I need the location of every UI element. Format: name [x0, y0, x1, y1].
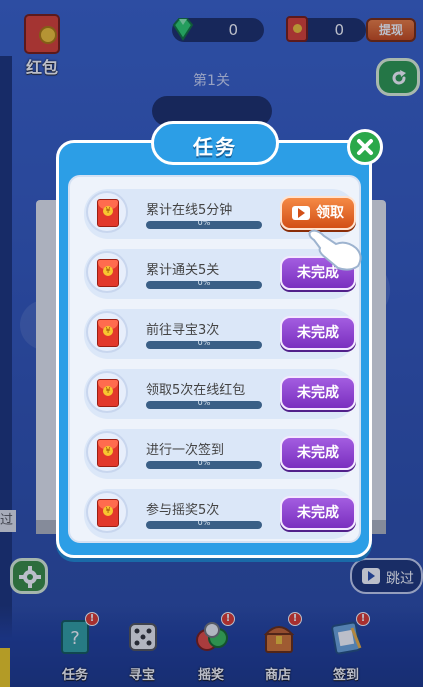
red-envelope-icon [86, 191, 128, 233]
task-row: 进行一次签到 0% 未完成 [84, 429, 356, 479]
task-progress-bar: 0% [146, 341, 262, 349]
task-name: 累计在线5分钟 [146, 203, 233, 218]
red-envelope-icon [86, 431, 128, 473]
task-name: 进行一次签到 [146, 443, 225, 458]
task-progress-text: 0% [197, 461, 211, 467]
task-progress-text: 0% [197, 341, 211, 347]
task-name: 领取5次在线红包 [146, 383, 246, 398]
modal-title-tab: 任务 [151, 121, 279, 165]
red-envelope-icon [86, 491, 128, 533]
task-name: 累计通关5关 [146, 263, 220, 278]
task-progress-text: 0% [197, 221, 211, 227]
modal-title: 任务 [193, 135, 237, 159]
task-modal: 任务 累计在线5分钟0%领取累计通关5关0%未完成前往寻宝3次0%未完成领取5次… [56, 121, 383, 558]
incomplete-button[interactable]: 未完成 [280, 316, 356, 350]
task-progress-bar: 0% [146, 401, 262, 409]
red-envelope-icon [86, 311, 128, 353]
close-icon [357, 139, 373, 155]
task-progress-bar: 0% [146, 521, 262, 529]
pointing-hand-icon [308, 229, 362, 271]
task-row: 前往寻宝3次 0% 未完成 [84, 309, 356, 359]
task-name: 前往寻宝3次 [146, 323, 220, 338]
task-progress-text: 0% [197, 521, 211, 527]
task-progress-text: 0% [197, 401, 211, 407]
task-progress-bar: 0% [146, 221, 262, 229]
task-progress-bar: 0% [146, 281, 262, 289]
task-name: 参与摇奖5次 [146, 503, 220, 518]
incomplete-button[interactable]: 未完成 [280, 496, 356, 530]
task-row: 参与摇奖5次 0% 未完成 [84, 489, 356, 539]
task-progress-text: 0% [197, 281, 211, 287]
close-button[interactable] [347, 129, 383, 165]
task-row: 领取5次在线红包 0% 未完成 [84, 369, 356, 419]
incomplete-button[interactable]: 未完成 [280, 376, 356, 410]
red-envelope-icon [86, 371, 128, 413]
task-progress-bar: 0% [146, 461, 262, 469]
incomplete-button[interactable]: 未完成 [280, 436, 356, 470]
video-play-icon [292, 206, 310, 220]
red-envelope-icon [86, 251, 128, 293]
